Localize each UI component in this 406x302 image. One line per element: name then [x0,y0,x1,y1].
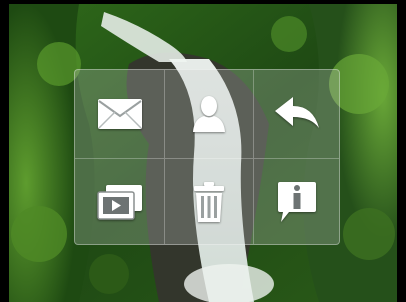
contact-button[interactable] [165,70,254,159]
photo-actions-menu [74,69,340,245]
slideshow-button[interactable] [75,159,165,244]
trash-icon [192,181,226,223]
info-icon [275,181,319,223]
reply-arrow-icon [273,95,321,133]
email-button[interactable] [75,70,165,159]
actions-grid [75,70,339,244]
back-button[interactable] [254,70,339,159]
envelope-icon [97,98,143,130]
slideshow-icon [96,183,144,221]
photo-viewer-screen [0,0,406,302]
info-button[interactable] [254,159,339,244]
delete-button[interactable] [165,159,254,244]
contact-person-icon [192,95,226,133]
